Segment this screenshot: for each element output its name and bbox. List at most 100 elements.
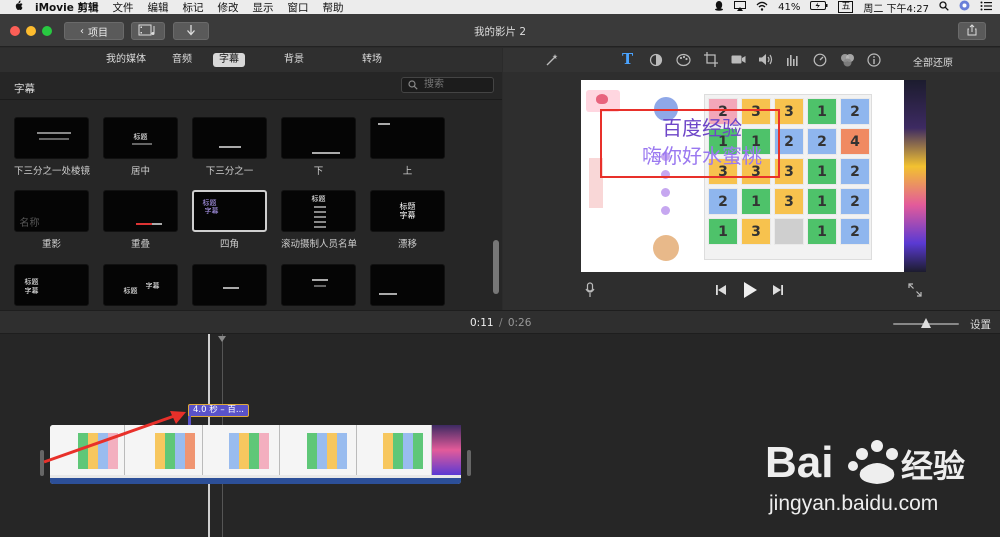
search-placeholder: 搜索 [424,79,444,90]
window-title: 我的影片 2 [473,26,527,38]
title-thumb-row3-3[interactable] [192,264,267,306]
input-method-indicator[interactable]: 五 [838,1,854,13]
timeline: 4.0 秒 – 百... Bai 经验 jingyan.baidu.com [0,334,1000,537]
title-thumb-row3-5[interactable] [370,264,445,306]
total-time: 0:26 [507,317,532,329]
title-thumb-lower-third-prism[interactable] [14,117,89,159]
mic-icon[interactable] [585,282,595,301]
viewer: 2 3 3 1 2 1 1 2 2 4 3 3 3 1 2 2 1 3 1 2 … [503,72,1000,310]
reset-all-button[interactable]: 全部还原 [913,54,953,69]
skip-forward-icon[interactable] [772,284,784,299]
title-thumb-four-corners[interactable]: 标题 字幕 [192,190,267,232]
menu-clock[interactable]: 周二 下午4:27 [863,0,929,15]
info-icon[interactable] [867,53,881,70]
baidu-watermark: Bai 经验 jingyan.baidu.com [765,432,985,532]
thumb-row3-2-subtitle: 字幕 [145,282,160,290]
tab-my-media[interactable]: 我的媒体 [100,53,152,67]
clip-trim-handle-right[interactable] [467,450,471,476]
title-thumb-upper[interactable] [370,117,445,159]
title-label-ghost: 重影 [41,239,61,250]
title-label-lower: 下 [313,166,324,177]
magic-wand-icon[interactable] [545,53,559,70]
red-annotation-box [600,109,780,178]
apple-icon[interactable] [14,0,23,14]
menu-mark[interactable]: 标记 [182,0,203,15]
fullscreen-icon[interactable] [908,283,922,300]
tab-audio[interactable]: 音频 [166,53,198,67]
equalizer-icon[interactable] [786,53,800,69]
thumb-credits-title: 标题 [311,195,326,203]
camera-icon[interactable] [731,54,746,68]
current-time: 0:11 [470,317,494,329]
color-balance-icon[interactable] [649,53,663,70]
share-button[interactable] [958,22,986,40]
thumb-ghost-text: 名称 [19,218,40,229]
title-label-centered: 居中 [130,166,150,177]
title-thumb-overlap[interactable] [103,190,178,232]
play-icon[interactable] [742,281,758,302]
thumb-drift-title: 标题 [399,202,416,211]
menu-window[interactable]: 窗口 [287,0,308,15]
menu-app-name[interactable]: iMovie 剪辑 [35,0,98,15]
timeline-settings-button[interactable]: 设置 [970,317,991,332]
palette-icon[interactable] [676,53,691,70]
svg-text:Bai: Bai [765,438,833,487]
title-label-overlap: 重叠 [130,239,150,250]
thumb-center-text: 标题 [133,133,148,141]
search-input[interactable]: 搜索 [401,77,494,93]
thumb-drift-subtitle: 字幕 [399,211,416,220]
menu-help[interactable]: 帮助 [322,0,343,15]
red-annotation-arrow [43,411,186,464]
title-thumb-row3-4[interactable] [281,264,356,306]
title-thumb-scrolling-credits[interactable]: 标题 [281,190,356,232]
search-icon [408,80,418,95]
battery-percent: 41% [778,1,801,13]
crop-icon[interactable] [704,52,718,70]
battery-icon[interactable] [810,1,828,13]
thumb-four-corners-subtitle: 字幕 [204,207,219,215]
filter-icon[interactable] [840,53,855,70]
baidu-jingyan-logo: Bai 经验 [765,438,965,487]
menu-bar: iMovie 剪辑 文件 编辑 标记 修改 显示 窗口 帮助 41% 五 周二 … [0,0,1000,15]
title-thumb-row3-1[interactable]: 标题 字幕 [14,264,89,306]
airplay-icon[interactable] [734,0,747,14]
timecode: 0:11 / 0:26 [470,317,531,329]
spotlight-search-icon[interactable] [939,0,949,14]
svg-text:经验: 经验 [901,447,965,485]
siri-icon[interactable] [959,0,970,14]
title-thumb-lower-third[interactable] [192,117,267,159]
browser-scrollbar[interactable] [493,240,499,294]
title-label-lower-third: 下三分之一 [205,166,254,177]
title-thumb-drift[interactable]: 标题 字幕 [370,190,445,232]
menu-edit[interactable]: 编辑 [147,0,168,15]
title-label-lower-third-prism: 下三分之一处棱镜 [14,166,91,177]
volume-icon[interactable] [758,53,773,69]
skip-back-icon[interactable] [715,284,727,299]
watermark-url: jingyan.baidu.com [769,492,939,515]
thumb-row3-1-subtitle: 字幕 [24,287,39,295]
title-thumb-row3-2[interactable]: 标题 字幕 [103,264,178,306]
browser-section-title: 字幕 [14,83,35,95]
qq-icon[interactable] [714,0,724,14]
menu-view[interactable]: 显示 [252,0,273,15]
menu-modify[interactable]: 修改 [217,0,238,15]
thumb-four-corners-title: 标题 [202,199,217,207]
title-thumb-lower[interactable] [281,117,356,159]
title-label-drift: 漂移 [397,239,417,250]
title-thumb-centered[interactable]: 标题 [103,117,178,159]
wifi-icon[interactable] [756,1,768,14]
titles-browser: 字幕 搜索 下三分之一处棱镜 标题 居中 下三分之一 下 上 名称 重影 重叠 … [0,72,502,310]
tab-backgrounds[interactable]: 背景 [278,53,310,67]
tab-titles[interactable]: 字幕 [213,53,245,67]
video-preview-frame[interactable]: 2 3 3 1 2 1 1 2 2 4 3 3 3 1 2 2 1 3 1 2 … [581,80,926,272]
window-toolbar: ‹ 项目 我的影片 2 [0,14,1000,47]
speed-icon[interactable] [813,53,827,70]
time-separator: / [498,317,503,329]
viewer-toolbar: T 全部还原 [503,48,1000,72]
title-label-scrolling-credits: 滚动摄制人员名单 [281,239,358,250]
title-T-icon[interactable]: T [622,50,633,68]
menu-file[interactable]: 文件 [112,0,133,15]
notification-center-icon[interactable] [980,1,992,14]
tab-transitions[interactable]: 转场 [356,53,388,67]
title-thumb-ghost[interactable]: 名称 [14,190,89,232]
